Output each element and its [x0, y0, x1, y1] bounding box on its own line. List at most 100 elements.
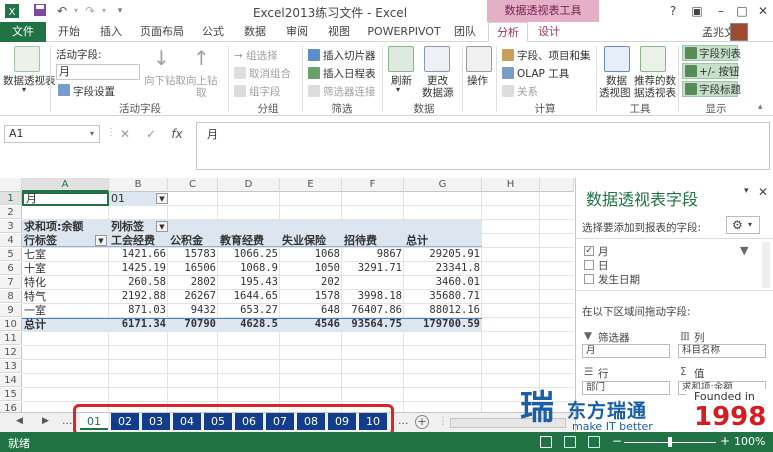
group-field-button[interactable]: 组字段	[249, 84, 281, 99]
refresh-button[interactable]: 刷新	[391, 73, 412, 88]
zoom-slider-thumb[interactable]	[668, 437, 672, 447]
field-list-scrollbar[interactable]	[762, 242, 770, 288]
pivot-value-cell[interactable]: 1068.9	[218, 262, 280, 275]
confirm-icon[interactable]: ✓	[142, 126, 160, 142]
pivot-value-cell[interactable]: 1066.25	[218, 248, 280, 261]
pivot-value-cell[interactable]: 15783	[168, 248, 218, 261]
pivot-column-header[interactable]: 公积金	[170, 234, 216, 247]
pivot-value-cell[interactable]: 29205.91	[404, 248, 482, 261]
row-header[interactable]: 5	[0, 248, 22, 261]
name-box[interactable]: A1	[4, 125, 100, 143]
field-headers-button[interactable]: 字段标题	[699, 82, 741, 97]
plus-minus-button[interactable]: +/- 按钮	[699, 64, 739, 79]
tab-team[interactable]: 团队	[448, 22, 482, 42]
formula-input[interactable]: 月	[196, 122, 770, 170]
row-header[interactable]: 13	[0, 360, 22, 373]
pivot-value-cell[interactable]: 871.03	[109, 304, 168, 317]
more-sheets-left[interactable]: ...	[62, 414, 73, 427]
pivot-row-label[interactable]: 一室	[24, 304, 104, 317]
help-button[interactable]: ?	[662, 2, 684, 20]
chevron-down-icon[interactable]: ▾	[96, 3, 112, 19]
filter-dropdown-icon[interactable]: ▼	[156, 193, 168, 204]
prev-sheet-icon[interactable]: ◀	[16, 416, 23, 426]
pivot-value-cell[interactable]: 202	[280, 276, 342, 289]
column-label-dropdown-icon[interactable]: ▼	[156, 221, 168, 232]
pivot-value-cell[interactable]: 76407.86	[342, 304, 404, 317]
page-layout-view-icon[interactable]	[564, 436, 576, 448]
ribbon-display-button[interactable]: ▣	[686, 2, 708, 20]
page-break-view-icon[interactable]	[588, 436, 600, 448]
column-header[interactable]: B	[109, 178, 168, 192]
tab-analyze[interactable]: 分析	[488, 22, 528, 42]
collapse-ribbon-icon[interactable]: ▴	[758, 102, 763, 112]
field-checkbox[interactable]	[584, 274, 594, 284]
cell-a1[interactable]: 月	[26, 192, 106, 205]
save-icon[interactable]	[32, 3, 48, 19]
pivot-value-cell[interactable]: 3998.18	[342, 290, 404, 303]
row-header[interactable]: 1	[0, 192, 22, 205]
pivot-value-cell[interactable]: 1050	[280, 262, 342, 275]
row-header[interactable]: 8	[0, 290, 22, 303]
pivot-row-label[interactable]: 七室	[24, 248, 104, 261]
pivot-value-cell[interactable]: 179700.59	[404, 318, 482, 331]
pivot-value-cell[interactable]: 4628.5	[218, 318, 280, 331]
pivot-column-header[interactable]: 招待费	[344, 234, 402, 247]
field-checkbox[interactable]	[584, 260, 594, 270]
column-header[interactable]: C	[168, 178, 218, 192]
row-header[interactable]: 7	[0, 276, 22, 289]
avatar[interactable]	[730, 23, 748, 41]
zoom-out-icon[interactable]: −	[612, 434, 622, 448]
pivot-row-label[interactable]: 特气	[24, 290, 104, 303]
more-sheets-right[interactable]: ...	[398, 414, 409, 427]
pivot-column-header[interactable]: 总计	[406, 234, 480, 247]
pivot-value-cell[interactable]: 1068	[280, 248, 342, 261]
tab-powerpivot[interactable]: POWERPIVOT	[364, 22, 444, 42]
tab-insert[interactable]: 插入	[94, 22, 128, 42]
chevron-down-icon[interactable]: ▾	[90, 129, 94, 138]
pane-options-icon[interactable]: ▾	[744, 186, 749, 196]
filter-field-chip[interactable]: 月	[582, 344, 670, 358]
pivot-value-cell[interactable]: 26267	[168, 290, 218, 303]
pivot-value-cell[interactable]: 2192.88	[109, 290, 168, 303]
drill-down-button[interactable]: 向下钻取	[144, 73, 186, 88]
spreadsheet-grid[interactable]: A B C D E F G H 1 2 3 4 5 6 7 8 9 10 11 12 13 14 15 16 …	[0, 178, 574, 412]
zoom-in-icon[interactable]: +	[720, 434, 730, 448]
relationships-button[interactable]: 关系	[517, 84, 538, 99]
column-header-extra[interactable]	[540, 178, 574, 192]
row-header[interactable]: 10	[0, 318, 22, 331]
row-header[interactable]: 4	[0, 234, 22, 247]
pivot-value-cell[interactable]: 1425.19	[109, 262, 168, 275]
row-header[interactable]: 2	[0, 206, 22, 219]
column-header[interactable]: A	[22, 178, 109, 192]
pivot-total-label[interactable]: 总计	[24, 318, 104, 331]
cancel-icon[interactable]: ✕	[116, 126, 134, 142]
pivot-value-cell[interactable]: 195.43	[218, 276, 280, 289]
pivot-value-cell[interactable]: 16506	[168, 262, 218, 275]
pivot-value-cell[interactable]: 1644.65	[218, 290, 280, 303]
active-field-input[interactable]: 月	[56, 64, 140, 80]
pivot-value-cell[interactable]: 648	[280, 304, 342, 317]
row-label-dropdown-icon[interactable]: ▼	[95, 235, 107, 246]
normal-view-icon[interactable]	[540, 436, 552, 448]
column-header[interactable]: G	[404, 178, 482, 192]
pivot-row-label[interactable]: 特化	[24, 276, 104, 289]
pivot-value-cell[interactable]: 88012.16	[404, 304, 482, 317]
row-header[interactable]: 3	[0, 220, 22, 233]
pivot-value-cell[interactable]: 4546	[280, 318, 342, 331]
tab-view[interactable]: 视图	[322, 22, 356, 42]
pivot-value-cell[interactable]: 70790	[168, 318, 218, 331]
pivot-value-cell[interactable]: 23341.8	[404, 262, 482, 275]
tab-file[interactable]: 文件	[0, 22, 46, 42]
chevron-down-icon[interactable]: ▾	[396, 85, 400, 94]
pane-close-icon[interactable]: ✕	[758, 185, 768, 199]
pivot-value-cell[interactable]: 3460.01	[404, 276, 482, 289]
row-field-chip[interactable]: 部门	[582, 381, 670, 395]
pivot-row-label[interactable]: 十室	[24, 262, 104, 275]
pivot-table-button[interactable]: 数据透视表	[3, 73, 56, 88]
field-checkbox[interactable]: ✓	[584, 246, 594, 256]
row-header[interactable]: 14	[0, 374, 22, 387]
tab-data[interactable]: 数据	[238, 22, 272, 42]
field-settings-button[interactable]: 字段设置	[73, 84, 115, 99]
insert-function-button[interactable]: fx	[168, 126, 186, 142]
row-header[interactable]: 6	[0, 262, 22, 275]
